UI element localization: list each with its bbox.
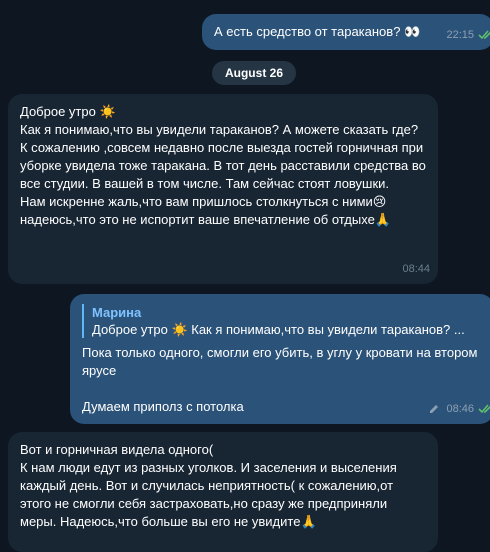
message-text: Пока только одного, смогли его убить, в … (82, 345, 478, 414)
message-text: Доброе утро ☀️ Как я понимаю,что вы увид… (20, 104, 426, 227)
chat-area: А есть средство от тараканов? 👀 22:15 Au… (0, 0, 490, 552)
message-meta: 08:44 (402, 260, 430, 278)
date-separator: August 26 (212, 61, 296, 85)
pencil-icon (430, 405, 439, 413)
message-text: Вот и горничная видела одного( К нам люд… (20, 442, 397, 529)
message-bubble-incoming[interactable]: Доброе утро ☀️ Как я понимаю,что вы увид… (8, 94, 438, 284)
message-time: 08:44 (402, 263, 430, 275)
message-bubble-outgoing[interactable]: А есть средство от тараканов? 👀 22:15 (202, 14, 490, 50)
double-check-icon (478, 404, 490, 414)
message-bubble-outgoing-reply[interactable]: Марина Доброе утро ☀️ Как я понимаю,что … (70, 294, 490, 424)
message-time: 22:15 (446, 29, 474, 41)
double-check-icon (478, 30, 490, 40)
message-bubble-incoming[interactable]: Вот и горничная видела одного( К нам люд… (8, 432, 438, 552)
reply-text: Доброе утро ☀️ Как я понимаю,что вы увид… (92, 322, 465, 337)
message-time: 08:46 (446, 403, 474, 415)
reply-author: Марина (92, 305, 142, 320)
message-meta: 22:15 (446, 26, 490, 44)
message-meta: 08:46 (428, 400, 490, 418)
reply-preview[interactable]: Марина Доброе утро ☀️ Как я понимаю,что … (82, 304, 482, 338)
